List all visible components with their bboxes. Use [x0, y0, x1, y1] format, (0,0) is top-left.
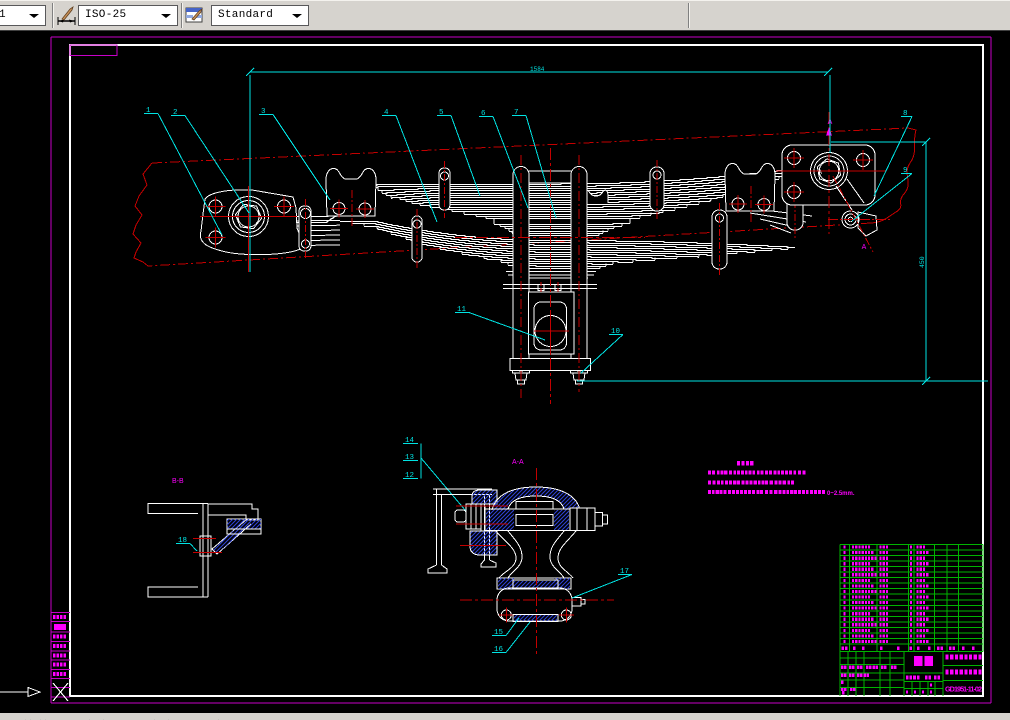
- svg-text:A: A: [818, 170, 822, 176]
- svg-text:A-A: A-A: [512, 459, 524, 466]
- svg-text:450: 450: [919, 256, 926, 268]
- svg-text:1584: 1584: [530, 66, 545, 73]
- svg-text:GD1951-11-02: GD1951-11-02: [945, 685, 982, 694]
- svg-text:0~2.5mm.: 0~2.5mm.: [827, 491, 855, 497]
- svg-text:B-B: B-B: [172, 478, 184, 485]
- svg-text:A: A: [862, 244, 867, 251]
